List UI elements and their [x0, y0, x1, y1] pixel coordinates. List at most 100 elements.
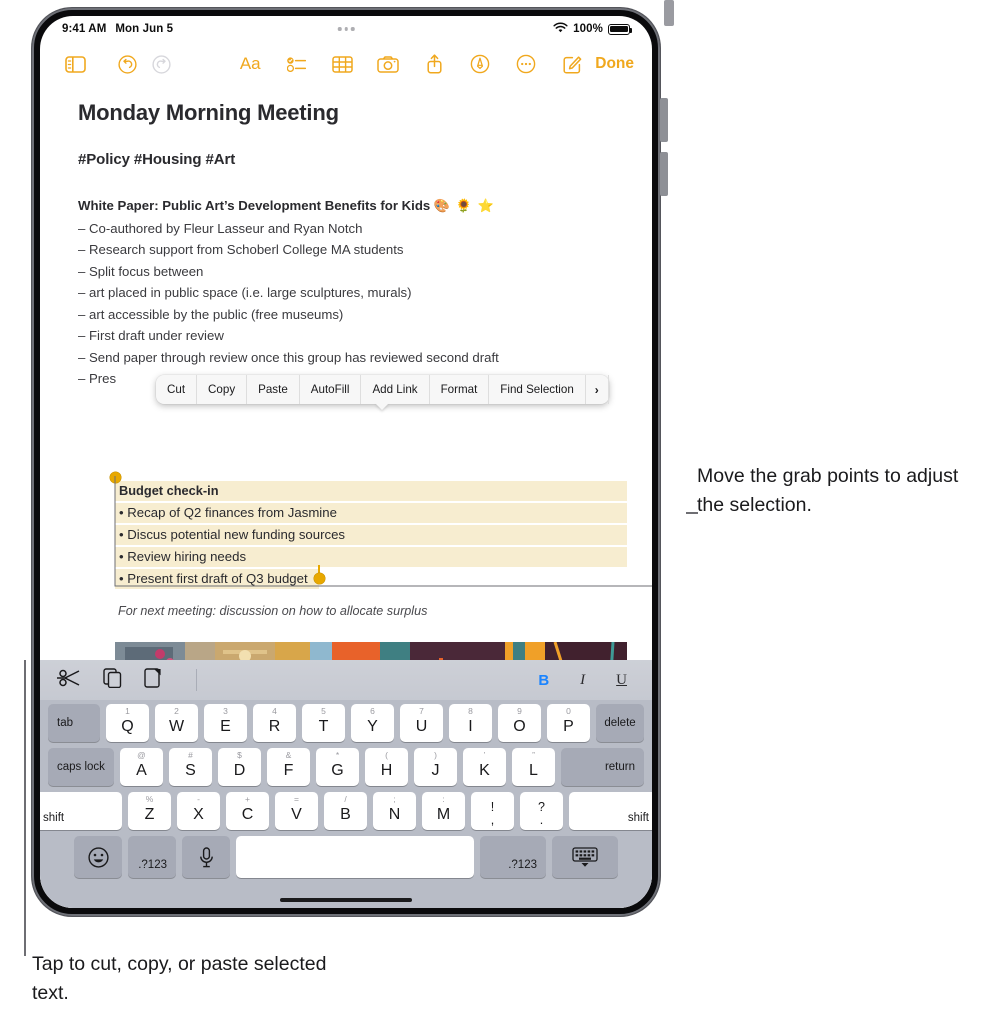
undo-icon[interactable]: [110, 49, 144, 79]
checklist-icon[interactable]: [279, 49, 313, 79]
key-p[interactable]: 0P: [547, 704, 590, 742]
key-label: U: [415, 718, 428, 735]
table-icon[interactable]: [325, 49, 359, 79]
selection-grab-point-end[interactable]: [314, 573, 325, 584]
key-label: tab: [57, 717, 73, 729]
share-icon[interactable]: [417, 49, 451, 79]
volume-up-button: [660, 98, 668, 142]
key-alt-label: :: [442, 794, 445, 804]
context-menu-add-link[interactable]: Add Link: [361, 375, 430, 404]
key-numeric-left[interactable]: .?123: [128, 836, 176, 878]
key-s[interactable]: # S: [169, 748, 212, 786]
more-options-icon[interactable]: [509, 49, 543, 79]
note-line: – art placed in public space (i.e. large…: [78, 285, 412, 300]
context-menu-format[interactable]: Format: [430, 375, 490, 404]
key-label: .?123: [138, 859, 167, 871]
context-menu-find-selection[interactable]: Find Selection: [489, 375, 586, 404]
key-numeric-right[interactable]: .?123: [480, 836, 546, 878]
microphone-icon[interactable]: [182, 836, 230, 878]
camera-icon[interactable]: [371, 49, 405, 79]
key-exclamation-comma[interactable]: !,: [471, 792, 514, 830]
key-r[interactable]: 4R: [253, 704, 296, 742]
key-alt-label: %: [145, 794, 154, 804]
key-k[interactable]: ’ K: [463, 748, 506, 786]
markup-pen-icon[interactable]: [463, 49, 497, 79]
copy-icon[interactable]: [103, 667, 122, 693]
key-c[interactable]: + C: [226, 792, 269, 830]
italic-button[interactable]: I: [580, 672, 585, 689]
dismiss-keyboard-icon[interactable]: [552, 836, 618, 878]
format-aa-icon[interactable]: Aa: [233, 49, 267, 79]
context-menu-autofill[interactable]: AutoFill: [300, 375, 362, 404]
compose-note-icon[interactable]: [555, 49, 589, 79]
key-label: D: [233, 762, 246, 779]
key-alt-label: 8: [468, 706, 473, 716]
key-h[interactable]: (H: [365, 748, 408, 786]
home-indicator[interactable]: [280, 898, 412, 902]
bold-button[interactable]: B: [538, 672, 549, 689]
key-label: J: [431, 762, 440, 779]
context-menu-cut[interactable]: Cut: [156, 375, 198, 404]
key-y[interactable]: 6Y: [351, 704, 394, 742]
note-line: – Split focus between: [78, 263, 204, 279]
keyboard-row-2: caps lock @ A # S $ D & F * G (H ) J ’ K ” L ret…: [45, 748, 647, 786]
key-question-period[interactable]: ?.: [520, 792, 563, 830]
key-a[interactable]: @ A: [120, 748, 163, 786]
context-menu-more-chevron-icon[interactable]: ›: [586, 375, 609, 404]
key-v[interactable]: = V: [275, 792, 318, 830]
key-label: K: [479, 762, 490, 779]
note-text-area[interactable]: Monday Morning Meeting #Policy #Housing …: [40, 86, 652, 386]
ipad-device-frame: 9:41 AM Mon Jun 5 100% Aa Done Monday Mo…: [32, 8, 660, 916]
key-l[interactable]: ” L: [512, 748, 555, 786]
key-q[interactable]: 1Q: [106, 704, 149, 742]
key-caps-lock[interactable]: caps lock: [48, 748, 114, 786]
key-space[interactable]: [236, 836, 474, 878]
key-alt-label: ’: [483, 750, 486, 760]
key-x[interactable]: -X: [177, 792, 220, 830]
keyboard-row-1: tab 1Q 2W 3E 4R 5T 6Y 7U 8I 9O 0P delete: [45, 704, 647, 742]
paste-icon[interactable]: [144, 667, 162, 693]
key-tab[interactable]: tab: [48, 704, 100, 742]
note-line: – art accessible by the public (free mus…: [78, 306, 344, 322]
emoji-smiley-icon[interactable]: [74, 836, 122, 878]
done-button[interactable]: Done: [589, 55, 634, 73]
key-m[interactable]: :M: [422, 792, 465, 830]
key-delete[interactable]: delete: [596, 704, 644, 742]
key-shift-right[interactable]: shift: [569, 792, 652, 830]
key-j[interactable]: ) J: [414, 748, 457, 786]
key-label: Z: [144, 806, 155, 823]
key-label: B: [340, 806, 351, 823]
key-d[interactable]: $ D: [218, 748, 261, 786]
key-label: delete: [604, 717, 636, 729]
key-e[interactable]: 3E: [204, 704, 247, 742]
key-o[interactable]: 9O: [498, 704, 541, 742]
context-menu-copy[interactable]: Copy: [197, 375, 248, 404]
key-return[interactable]: return: [561, 748, 644, 786]
callout-text-right: Move the grab points to adjust the selec…: [697, 465, 959, 516]
key-alt-label: -: [197, 794, 200, 804]
key-f[interactable]: & F: [267, 748, 310, 786]
key-n[interactable]: ; N: [373, 792, 416, 830]
key-z[interactable]: % Z: [128, 792, 171, 830]
key-t[interactable]: 5T: [302, 704, 345, 742]
key-alt-label: ”: [532, 750, 535, 760]
underline-button[interactable]: U: [616, 672, 627, 689]
key-u[interactable]: 7U: [400, 704, 443, 742]
selection-grab-point-start[interactable]: [110, 472, 121, 483]
key-label: shift: [43, 812, 65, 824]
key-i[interactable]: 8I: [449, 704, 492, 742]
scissors-cut-icon[interactable]: [57, 669, 81, 692]
context-menu-paste[interactable]: Paste: [247, 375, 300, 404]
key-label: A: [136, 762, 147, 779]
key-g[interactable]: * G: [316, 748, 359, 786]
selected-text-block[interactable]: Budget check-in • Recap of Q2 finances f…: [110, 472, 627, 591]
key-alt-label: 2: [174, 706, 179, 716]
key-w[interactable]: 2W: [155, 704, 198, 742]
key-b[interactable]: / B: [324, 792, 367, 830]
key-label: ,: [490, 813, 495, 827]
selected-row: • Present first draft of Q3 budget: [115, 569, 319, 589]
key-alt-label: 1: [125, 706, 130, 716]
key-label: X: [193, 806, 204, 823]
key-shift-left[interactable]: shift: [40, 792, 122, 830]
sidebar-toggle-icon[interactable]: [58, 49, 92, 79]
